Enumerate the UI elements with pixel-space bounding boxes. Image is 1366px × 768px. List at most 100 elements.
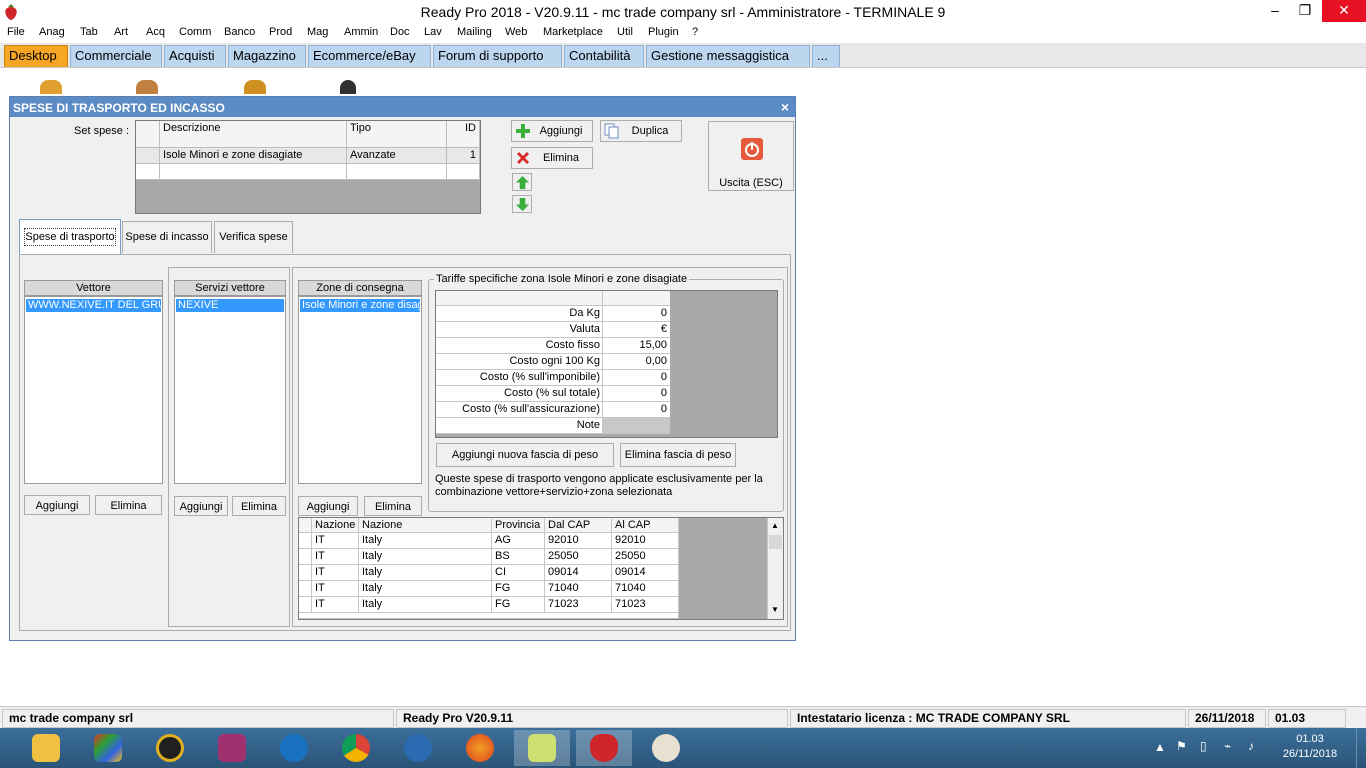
- cap-cell[interactable]: IT: [312, 549, 359, 565]
- taskbar-time[interactable]: 01.03: [1282, 733, 1338, 745]
- duplicate-set-button[interactable]: Duplica: [600, 120, 682, 142]
- scroll-down-icon[interactable]: ▼: [771, 605, 779, 614]
- cap-grid-scrollbar[interactable]: ▲ ▼: [767, 518, 783, 619]
- chrome-icon[interactable]: [328, 730, 384, 766]
- menu-art[interactable]: Art: [114, 26, 128, 38]
- menu-util[interactable]: Util: [617, 26, 633, 38]
- menu-ammin[interactable]: Ammin: [344, 26, 378, 38]
- set-row-empty[interactable]: [347, 164, 447, 180]
- vettore-selected[interactable]: WWW.NEXIVE.IT DEL GRUPPO POSTNL: [26, 299, 161, 312]
- menu-tab[interactable]: Tab: [80, 26, 98, 38]
- firefox-icon[interactable]: [452, 730, 508, 766]
- tab-spese-di-trasporto[interactable]: Spese di trasporto: [19, 219, 121, 255]
- minimize-button[interactable]: –: [1260, 0, 1290, 22]
- row-selector[interactable]: [136, 148, 160, 164]
- cap-cell[interactable]: CI: [492, 565, 545, 581]
- servizi-list[interactable]: NEXIVE: [174, 296, 286, 484]
- tariff-value-valuta[interactable]: €: [603, 322, 670, 338]
- zone-list[interactable]: Isole Minori e zone disagiate: [298, 296, 422, 484]
- cap-cell[interactable]: IT: [312, 597, 359, 613]
- tariff-value-imponibile[interactable]: 0: [603, 370, 670, 386]
- dialog-close-icon[interactable]: ×: [781, 99, 789, 115]
- add-servizio-button[interactable]: Aggiungi: [174, 496, 228, 516]
- remote-app-icon[interactable]: [204, 730, 260, 766]
- desktop-users-icon[interactable]: [40, 80, 62, 94]
- cap-cell[interactable]: FG: [492, 597, 545, 613]
- cap-cell[interactable]: 09014: [545, 565, 612, 581]
- delete-set-button[interactable]: Elimina: [511, 147, 593, 169]
- tab-ecommerce-ebay[interactable]: Ecommerce/eBay: [308, 45, 431, 67]
- set-spese-grid[interactable]: Descrizione Tipo ID Isole Minori e zone …: [135, 120, 481, 214]
- delete-servizio-button[interactable]: Elimina: [232, 496, 286, 516]
- tab-forum-di-supporto[interactable]: Forum di supporto: [433, 45, 562, 67]
- row-selector[interactable]: [299, 533, 312, 549]
- paint-icon[interactable]: [638, 730, 694, 766]
- hp-icon[interactable]: [266, 730, 322, 766]
- zone-selected[interactable]: Isole Minori e zone disagiate: [300, 299, 420, 312]
- scroll-thumb[interactable]: [769, 535, 782, 549]
- cap-cell[interactable]: BS: [492, 549, 545, 565]
- thunderbird-icon[interactable]: [390, 730, 446, 766]
- grid-header-descrizione[interactable]: Descrizione: [160, 121, 347, 148]
- move-down-button[interactable]: [512, 195, 532, 213]
- cap-cell[interactable]: 71040: [545, 581, 612, 597]
- set-row-tipo[interactable]: Avanzate: [347, 148, 447, 164]
- row-selector[interactable]: [299, 581, 312, 597]
- close-button[interactable]: ✕: [1322, 0, 1366, 22]
- cap-cell[interactable]: Italy: [359, 549, 492, 565]
- row-selector[interactable]: [299, 597, 312, 613]
- tab-more[interactable]: ...: [812, 45, 840, 67]
- cap-header-nazione[interactable]: Nazione: [359, 518, 492, 533]
- taskbar-date[interactable]: 26/11/2018: [1274, 748, 1346, 760]
- move-up-button[interactable]: [512, 173, 532, 191]
- cap-cell[interactable]: Italy: [359, 565, 492, 581]
- tariff-value-totale[interactable]: 0: [603, 386, 670, 402]
- file-explorer-icon[interactable]: [18, 730, 74, 766]
- tariff-value-costo-100kg[interactable]: 0,00: [603, 354, 670, 370]
- cap-cell[interactable]: 25050: [612, 549, 679, 565]
- menu-file[interactable]: File: [7, 26, 25, 38]
- cap-cell[interactable]: 09014: [612, 565, 679, 581]
- cap-cell[interactable]: IT: [312, 533, 359, 549]
- tab-gestione-messaggistica[interactable]: Gestione messaggistica: [646, 45, 810, 67]
- show-desktop-button[interactable]: [1356, 728, 1366, 768]
- desktop-agent-icon[interactable]: [340, 80, 356, 94]
- tab-magazzino[interactable]: Magazzino: [228, 45, 306, 67]
- add-set-button[interactable]: Aggiungi: [511, 120, 593, 142]
- add-zona-button[interactable]: Aggiungi: [298, 496, 358, 516]
- cap-cell[interactable]: 92010: [612, 533, 679, 549]
- puzzle-app-icon[interactable]: [80, 730, 136, 766]
- cap-header-provincia[interactable]: Provincia: [492, 518, 545, 533]
- menu-web[interactable]: Web: [505, 26, 527, 38]
- cap-cell[interactable]: IT: [312, 565, 359, 581]
- desktop-people-icon[interactable]: [136, 80, 158, 94]
- menu-plugin[interactable]: Plugin: [648, 26, 679, 38]
- tab-spese-di-incasso[interactable]: Spese di incasso: [122, 221, 212, 253]
- set-row-descrizione[interactable]: Isole Minori e zone disagiate: [160, 148, 347, 164]
- grid-header-id[interactable]: ID: [447, 121, 480, 148]
- tray-flag-icon[interactable]: ⚑: [1176, 739, 1187, 753]
- delete-weight-band-button[interactable]: Elimina fascia di peso: [620, 443, 736, 467]
- tab-desktop[interactable]: Desktop: [4, 45, 68, 67]
- row-selector[interactable]: [136, 164, 160, 180]
- tray-network-icon[interactable]: ⌁: [1224, 739, 1231, 753]
- cap-header-codice-nazione[interactable]: Nazione: [312, 518, 359, 533]
- menu-anag[interactable]: Anag: [39, 26, 65, 38]
- tab-commerciale[interactable]: Commerciale: [70, 45, 162, 67]
- tab-acquisti[interactable]: Acquisti: [164, 45, 226, 67]
- menu-marketplace[interactable]: Marketplace: [543, 26, 603, 38]
- exit-button[interactable]: Uscita (ESC): [708, 121, 794, 191]
- cap-grid[interactable]: Nazione Nazione Provincia Dal CAP Al CAP…: [298, 517, 784, 620]
- menu-comm[interactable]: Comm: [179, 26, 211, 38]
- readypro-taskbar-icon[interactable]: [576, 730, 632, 766]
- menu-doc[interactable]: Doc: [390, 26, 410, 38]
- menu-acq[interactable]: Acq: [146, 26, 165, 38]
- cap-cell[interactable]: AG: [492, 533, 545, 549]
- desktop-worker-icon[interactable]: [244, 80, 266, 94]
- cap-cell[interactable]: IT: [312, 581, 359, 597]
- scroll-up-icon[interactable]: ▲: [771, 521, 779, 530]
- media-player-icon[interactable]: [142, 730, 198, 766]
- tariff-value-costo-fisso[interactable]: 15,00: [603, 338, 670, 354]
- cap-cell[interactable]: Italy: [359, 533, 492, 549]
- sticky-notes-icon[interactable]: [514, 730, 570, 766]
